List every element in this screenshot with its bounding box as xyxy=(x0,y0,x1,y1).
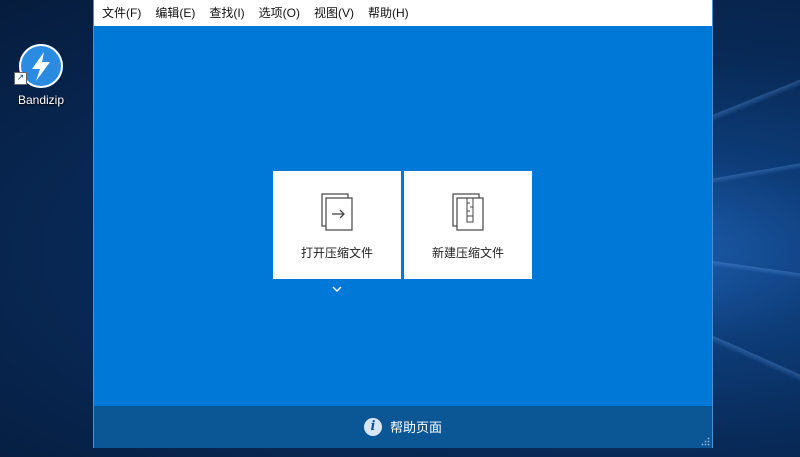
help-page-label: 帮助页面 xyxy=(390,420,443,435)
open-archive-label: 打开压缩文件 xyxy=(300,246,373,260)
menu-options[interactable]: 选项(O) xyxy=(252,0,307,26)
chevron-down-icon[interactable] xyxy=(330,282,344,296)
desktop-shortcut-bandizip[interactable]: ↗ Bandizip xyxy=(8,40,74,107)
menu-help[interactable]: 帮助(H) xyxy=(361,0,416,26)
menu-file[interactable]: 文件(F) xyxy=(94,0,148,26)
menu-view[interactable]: 视图(V) xyxy=(307,0,361,26)
shortcut-arrow-icon: ↗ xyxy=(14,72,27,85)
bandizip-window: 文件(F) 编辑(E) 查找(I) 选项(O) 视图(V) 帮助(H) 打开压缩… xyxy=(93,0,713,448)
menu-edit[interactable]: 编辑(E) xyxy=(148,0,202,26)
menu-find[interactable]: 查找(I) xyxy=(202,0,251,26)
open-archive-button[interactable]: 打开压缩文件 xyxy=(273,171,401,279)
menu-bar: 文件(F) 编辑(E) 查找(I) 选项(O) 视图(V) 帮助(H) xyxy=(94,0,712,26)
info-icon: i xyxy=(364,417,382,436)
footer-bar: i 帮助页面 xyxy=(94,406,712,448)
help-page-link[interactable]: i 帮助页面 xyxy=(364,417,442,436)
new-archive-label: 新建压缩文件 xyxy=(431,246,504,260)
new-archive-icon xyxy=(452,193,484,231)
desktop-icon-label: Bandizip xyxy=(17,93,65,107)
open-archive-icon xyxy=(321,193,353,231)
wallpaper-light-ray xyxy=(704,260,800,288)
wallpaper-light-ray xyxy=(705,152,800,185)
new-archive-button[interactable]: 新建压缩文件 xyxy=(404,171,532,279)
resize-grip-icon[interactable] xyxy=(700,436,710,446)
wallpaper-light-ray xyxy=(700,60,800,126)
